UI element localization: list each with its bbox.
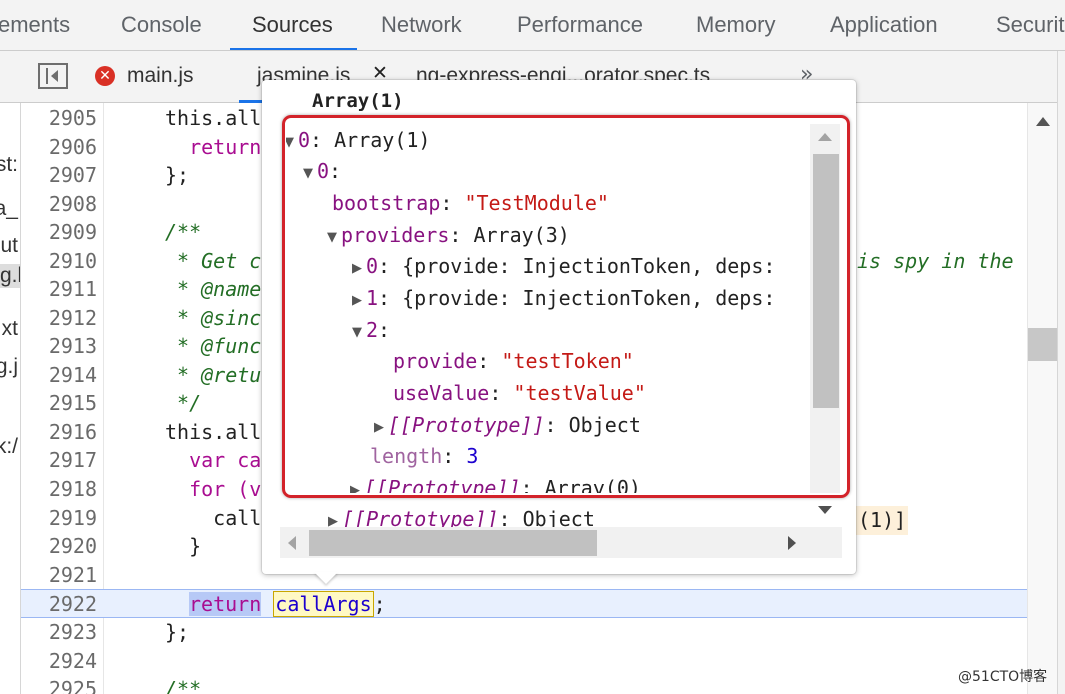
code-text: * Get c — [165, 249, 262, 273]
line-number[interactable]: 2910 — [21, 247, 97, 276]
code-text: this.all — [165, 106, 262, 130]
line-number[interactable]: 2923 — [21, 618, 97, 647]
navigator-item[interactable]: ut — [0, 234, 18, 258]
line-number[interactable]: 2906 — [21, 133, 97, 162]
navigator-item[interactable]: xt — [2, 317, 18, 341]
code-line: 2924 — [21, 647, 1027, 676]
scroll-left-arrow-icon[interactable] — [288, 536, 296, 550]
line-number[interactable]: 2920 — [21, 532, 97, 561]
popover-pointer — [314, 572, 338, 584]
code-text: var ca — [165, 448, 262, 472]
code-text: return callArgs; — [189, 590, 386, 619]
tab-application[interactable]: Application — [830, 0, 938, 50]
navigator-item-selected[interactable]: g.l — [0, 264, 20, 288]
tab-sources[interactable]: Sources — [230, 0, 357, 50]
line-number[interactable]: 2925 — [21, 675, 97, 694]
code-text: return — [165, 135, 262, 159]
popover-horizontal-scrollbar[interactable] — [280, 527, 842, 558]
line-number[interactable]: 2915 — [21, 389, 97, 418]
line-number[interactable]: 2914 — [21, 361, 97, 390]
line-number[interactable]: 2907 — [21, 161, 97, 190]
tab-memory[interactable]: Memory — [696, 0, 775, 50]
line-number[interactable]: 2921 — [21, 561, 97, 590]
line-number[interactable]: 2918 — [21, 475, 97, 504]
debugger-sidebar-edge — [1057, 51, 1065, 694]
code-text: * @name — [165, 277, 262, 301]
code-text: /** — [165, 220, 202, 244]
line-number[interactable]: 2917 — [21, 446, 97, 475]
code-text: this.all — [165, 420, 262, 444]
return-keyword: return — [189, 592, 262, 616]
tab-security[interactable]: Securit — [996, 0, 1064, 50]
hovered-variable[interactable]: callArgs — [273, 591, 374, 617]
paused-execution-line: 2922 return callArgs; — [21, 589, 1027, 618]
code-line: 2925 /** — [21, 675, 1027, 694]
code-text: }; — [165, 620, 190, 644]
tab-network[interactable]: Network — [381, 0, 462, 50]
tab-console[interactable]: Console — [121, 0, 202, 50]
line-number[interactable]: 2912 — [21, 304, 97, 333]
toggle-navigator-icon[interactable] — [38, 63, 68, 89]
tab-elements[interactable]: ements — [0, 0, 70, 50]
editor-scroll-thumb[interactable] — [1028, 328, 1057, 361]
code-text: * @sinc — [165, 306, 262, 330]
code-text: call — [165, 506, 262, 530]
code-text: */ — [165, 391, 202, 415]
line-number[interactable]: 2908 — [21, 190, 97, 219]
navigator-item[interactable]: st: — [0, 153, 18, 177]
code-text: * @retu — [165, 363, 262, 387]
code-text: for (v — [165, 477, 262, 501]
file-navigator: st: na_ ut g.l xt g.j k:/ — [0, 103, 21, 694]
scroll-right-arrow-icon[interactable] — [788, 536, 796, 550]
code-line: 2923}; — [21, 618, 1027, 647]
navigator-item[interactable]: g.j — [0, 355, 18, 379]
editor-scrollbar[interactable] — [1027, 103, 1057, 694]
statement-end: ; — [373, 592, 386, 616]
line-number[interactable]: 2924 — [21, 647, 97, 676]
watermark: @51CTO博客 — [958, 669, 1048, 685]
line-number[interactable]: 2913 — [21, 332, 97, 361]
file-tab-main-js[interactable]: main.js — [127, 64, 194, 88]
line-number[interactable]: 2909 — [21, 218, 97, 247]
line-number[interactable]: 2916 — [21, 418, 97, 447]
line-number[interactable]: 2922 — [21, 590, 97, 619]
annotation-highlight-frame — [282, 115, 850, 498]
line-number[interactable]: 2911 — [21, 275, 97, 304]
popover-horizontal-thumb[interactable] — [309, 530, 597, 556]
code-text: }; — [165, 163, 190, 187]
code-text: } — [165, 534, 202, 558]
popover-title: Array(1) — [312, 90, 404, 112]
scroll-up-arrow-icon[interactable] — [1036, 117, 1050, 126]
navigator-item[interactable]: k:/ — [0, 435, 18, 459]
line-number[interactable]: 2905 — [21, 104, 97, 133]
comment-overflow-text: is spy in the — [857, 249, 1014, 273]
tab-performance[interactable]: Performance — [517, 0, 643, 50]
code-text: /** — [165, 677, 202, 694]
navigator-item[interactable]: na_ — [0, 197, 18, 221]
line-number[interactable]: 2919 — [21, 504, 97, 533]
inline-value-peek: (1)] — [856, 506, 909, 535]
code-text: * @func — [165, 334, 262, 358]
scroll-down-arrow-icon[interactable] — [818, 506, 832, 514]
error-icon: ✕ — [95, 66, 115, 86]
devtools-panel-tabs: ements Console Sources Network Performan… — [0, 0, 1065, 51]
